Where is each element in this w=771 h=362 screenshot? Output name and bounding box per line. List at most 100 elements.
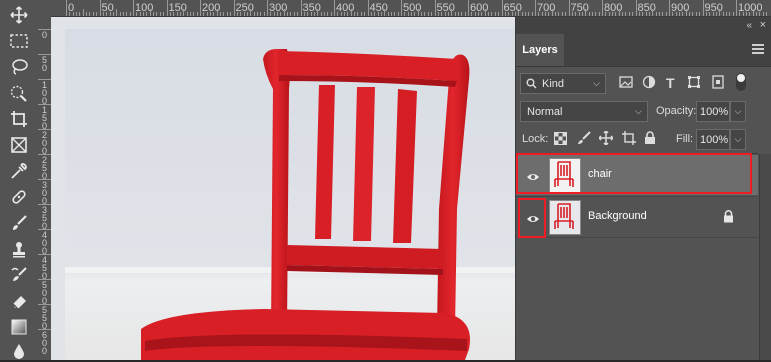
brush-icon[interactable] [7,212,31,234]
vertical-ruler: 0 5 0 1 0 01 5 02 0 02 5 03 0 03 5 04 0 04… [38,0,52,360]
ruler-tick [166,0,168,16]
ruler-minor-tick [685,9,687,16]
fill-dropdown[interactable]: ⌵ [730,129,746,150]
lock-artboard-icon[interactable] [622,131,636,150]
ruler-minor-tick [270,12,272,16]
ruler-minor-tick [762,12,764,16]
lasso-icon[interactable] [7,56,31,78]
ruler-minor-tick [421,12,423,16]
ruler-minor-tick [397,12,399,16]
shape-filter-icon[interactable] [687,75,701,94]
ruler-minor-tick [313,12,315,16]
ruler-minor-tick [390,12,392,16]
history-brush-icon[interactable] [7,264,31,286]
ruler-label: 0 [41,30,47,40]
filter-toggle-icon[interactable] [736,73,746,91]
tab-layers[interactable]: Layers [516,34,564,66]
ruler-minor-tick [69,12,71,16]
pixel-filter-icon[interactable] [619,75,633,94]
gradient-icon[interactable] [7,316,31,338]
ruler-minor-tick [404,12,406,16]
blend-mode-select[interactable]: Normal ⌵ [520,101,648,122]
ruler-minor-tick [156,12,158,16]
eraser-icon[interactable] [7,290,31,312]
ruler-minor-tick [699,12,701,16]
collapse-panel-icon[interactable]: « [746,20,752,31]
lock-transparent-pixels-icon[interactable] [554,132,567,150]
ruler-minor-tick [240,12,242,16]
ruler-minor-tick [350,9,352,16]
move-icon[interactable] [7,4,31,26]
ruler-minor-tick [223,12,225,16]
layer-thumbnail [549,200,581,235]
opacity-input[interactable]: 100% [696,101,730,122]
layer-row-background[interactable]: Background [516,196,758,238]
crop-icon[interactable] [7,108,31,130]
blur-icon[interactable] [7,340,31,362]
ruler-minor-tick [230,12,232,16]
ruler-minor-tick [173,12,175,16]
ruler-minor-tick [210,12,212,16]
adjustment-filter-icon[interactable] [642,75,656,94]
ruler-minor-tick [146,12,148,16]
ruler-minor-tick [327,12,329,16]
tools-panel [0,0,39,360]
ruler-minor-tick [749,12,751,16]
clone-stamp-icon[interactable] [7,238,31,260]
ruler-minor-tick [585,9,587,16]
frame-icon[interactable] [7,134,31,156]
lock-image-pixels-icon[interactable] [577,131,591,150]
ruler-minor-tick [226,12,228,16]
fill-input[interactable]: 100% [696,129,730,150]
ruler-label: 1 0 0 [41,80,47,106]
filter-kind-select[interactable]: Kind ⌵ [520,73,606,94]
panel-tabbar: Layers [516,34,771,67]
ruler-minor-tick [484,9,486,16]
lock-position-icon[interactable] [598,130,614,150]
ruler-minor-tick [648,12,650,16]
ruler-minor-tick [705,12,707,16]
ruler-minor-tick [471,12,473,16]
ruler-minor-tick [746,12,748,16]
marquee-icon[interactable] [7,30,31,52]
ruler-minor-tick [216,9,218,16]
panel-menu-icon[interactable] [752,44,764,56]
ruler-minor-tick [283,9,285,16]
smart-object-filter-icon[interactable] [711,75,725,94]
opacity-dropdown[interactable]: ⌵ [730,101,746,122]
ruler-minor-tick [287,12,289,16]
ruler-minor-tick [203,12,205,16]
eyedropper-icon[interactable] [7,160,31,182]
ruler-tick [38,79,51,80]
quick-selection-icon[interactable] [7,82,31,104]
ruler-minor-tick [715,12,717,16]
ruler-minor-tick [193,12,195,16]
ruler-minor-tick [689,12,691,16]
ruler-minor-tick [159,12,161,16]
ruler-minor-tick [236,12,238,16]
ruler-minor-tick [330,12,332,16]
layers-panel: « × Layers Kind ⌵ T Normal ⌵ Opacity: 10… [515,17,771,360]
ruler-tick [38,204,51,205]
ruler-label: 4 5 0 [41,255,47,281]
ruler-minor-tick [96,12,98,16]
lock-all-icon[interactable] [644,131,656,150]
healing-brush-icon[interactable] [7,186,31,208]
ruler-minor-tick [431,12,433,16]
ruler-tick [200,0,201,16]
document-canvas[interactable] [51,17,515,360]
close-panel-icon[interactable]: × [760,19,766,31]
ruler-minor-tick [615,12,617,16]
ruler-minor-tick [692,12,694,16]
ruler-minor-tick [153,12,155,16]
ruler-minor-tick [719,9,721,16]
ruler-minor-tick [565,12,567,16]
type-filter-icon[interactable]: T [666,75,675,91]
ruler-tick [669,0,670,16]
ruler-label: 3 0 0 [41,180,47,206]
ruler-minor-tick [575,12,577,16]
ruler-minor-tick [518,9,520,16]
ruler-tick [233,0,235,16]
panel-scrollbar[interactable] [759,154,771,360]
ruler-minor-tick [441,12,443,16]
